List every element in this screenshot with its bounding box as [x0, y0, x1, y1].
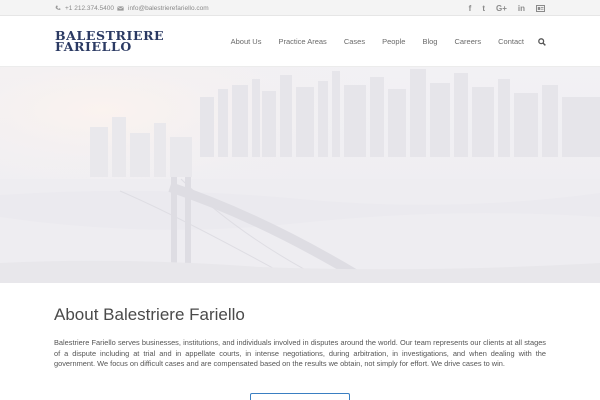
- about-heading: About Balestriere Fariello: [54, 305, 245, 324]
- nav-people[interactable]: People: [382, 37, 405, 46]
- social-links: f t G+ in: [469, 0, 545, 16]
- google-plus-icon[interactable]: G+: [496, 4, 507, 13]
- email-address: info@balestrierefariello.com: [128, 4, 209, 12]
- nav-blog[interactable]: Blog: [422, 37, 437, 46]
- hero-skyline-image: [0, 67, 600, 283]
- linkedin-icon[interactable]: in: [518, 4, 525, 13]
- nav-contact[interactable]: Contact: [498, 37, 524, 46]
- site-logo[interactable]: BALESTRIERE FARIELLO: [55, 29, 164, 53]
- nav-cases[interactable]: Cases: [344, 37, 365, 46]
- email-card-icon[interactable]: [536, 4, 545, 12]
- facebook-icon[interactable]: f: [469, 4, 472, 13]
- phone-contact[interactable]: +1 212.374.5400: [55, 0, 114, 16]
- site-header: BALESTRIERE FARIELLO About Us Practice A…: [0, 16, 600, 67]
- twitter-icon[interactable]: t: [482, 4, 485, 13]
- email-contact[interactable]: info@balestrierefariello.com: [117, 0, 209, 16]
- nav-about-us[interactable]: About Us: [231, 37, 262, 46]
- nav-practice-areas[interactable]: Practice Areas: [278, 37, 326, 46]
- about-description: Balestriere Fariello serves businesses, …: [54, 338, 546, 368]
- main-navigation: About Us Practice Areas Cases People Blo…: [214, 16, 546, 67]
- phone-icon: [55, 5, 61, 10]
- search-icon[interactable]: [538, 37, 546, 46]
- envelope-icon: [117, 5, 124, 11]
- nav-careers[interactable]: Careers: [454, 37, 481, 46]
- skyline-illustration: [0, 67, 600, 283]
- phone-number: +1 212.374.5400: [65, 4, 114, 12]
- top-contact-bar: +1 212.374.5400 info@balestrierefariello…: [0, 0, 600, 16]
- learn-more-button[interactable]: [250, 393, 350, 400]
